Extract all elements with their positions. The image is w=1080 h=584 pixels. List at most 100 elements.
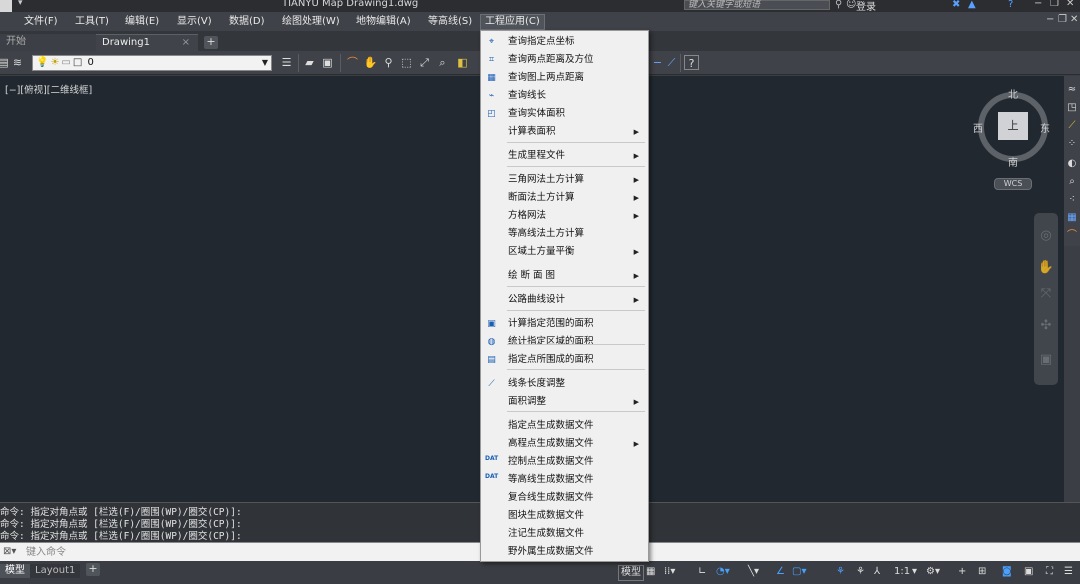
tool-icon-9[interactable]: ⌒ [1066, 230, 1078, 242]
menu-item-8[interactable]: 断面法土方计算 ▶ [481, 189, 648, 207]
quick-properties-icon[interactable]: ◙ [1002, 565, 1012, 579]
annotation-scale-dropdown[interactable]: 1:1 [894, 565, 910, 579]
compass-east[interactable]: 东 [1040, 120, 1050, 135]
menu-item-17[interactable]: ⟋ 线条长度调整 [481, 375, 648, 393]
doc-restore-button[interactable]: ❐ [1058, 14, 1067, 25]
annotation-icon[interactable]: ⅄ [874, 565, 880, 579]
menu-edit[interactable]: 编辑(E) [121, 14, 163, 30]
search-icon[interactable]: ⚲ [835, 0, 842, 10]
menu-feature-edit[interactable]: 地物编辑(A) [352, 14, 415, 30]
measure-icon[interactable]: − [650, 55, 665, 70]
pan-icon[interactable]: ✋ [363, 55, 378, 70]
close-tab-icon[interactable]: × [182, 35, 190, 51]
zoom-window-icon[interactable]: ⬚ [399, 55, 414, 70]
menu-item-11[interactable]: 区域土方量平衡 ▶ [481, 243, 648, 261]
match-layer-icon[interactable]: ☰ [279, 55, 294, 70]
menu-item-7[interactable]: 三角网法土方计算 ▶ [481, 171, 648, 189]
tool-icon-6[interactable]: ⌕ [1066, 176, 1078, 188]
keyword-search-input[interactable]: 键入关键字或短语 [684, 0, 830, 10]
quick-access-dropdown-icon[interactable]: ▾ [18, 0, 23, 8]
tool-icon-7[interactable]: ⁖ [1066, 194, 1078, 206]
model-space-button[interactable]: 模型 [618, 565, 644, 581]
menu-drawing-processing[interactable]: 绘图处理(W) [278, 14, 344, 30]
menu-item-6[interactable]: 生成里程文件 ▶ [481, 147, 648, 165]
view-cube-top-face[interactable]: 上 [998, 112, 1028, 140]
isodraft-icon[interactable]: ╲▾ [748, 565, 759, 579]
menu-data[interactable]: 数据(D) [225, 14, 269, 30]
zoom-extents-icon[interactable]: ⤧ [1037, 285, 1055, 303]
command-customize-icon[interactable]: ⊠▾ [3, 546, 16, 557]
restore-button[interactable]: ❐ [1050, 0, 1059, 9]
menu-item-22[interactable]: DAT 等高线生成数据文件 [481, 471, 648, 489]
new-tab-button[interactable]: + [204, 36, 218, 49]
model-tab[interactable]: 模型 [0, 564, 30, 578]
fullscreen-icon[interactable]: ⛶ [1046, 565, 1053, 579]
layout1-tab[interactable]: Layout1 [30, 564, 80, 578]
menu-item-20[interactable]: 高程点生成数据文件 ▶ [481, 435, 648, 453]
menu-file[interactable]: 文件(F) [20, 14, 62, 30]
scale-chevron-down-icon[interactable]: ▾ [912, 565, 917, 579]
menu-item-10[interactable]: 等高线法土方计算 [481, 225, 648, 243]
orbit-icon[interactable]: ✣ [1037, 317, 1055, 335]
menu-tools[interactable]: 工具(T) [71, 14, 113, 30]
menu-item-4[interactable]: ◰ 查询实体面积 [481, 105, 648, 123]
menu-item-19[interactable]: 指定点生成数据文件 [481, 417, 648, 435]
save-icon[interactable]: ▣ [320, 55, 335, 70]
application-menu-button[interactable] [0, 0, 12, 12]
snap-icon[interactable]: ⁞⁞▾ [664, 565, 675, 579]
showmotion-icon[interactable]: ▣ [1037, 351, 1055, 369]
menu-contour[interactable]: 等高线(S) [424, 14, 476, 30]
menu-item-13[interactable]: 公路曲线设计 ▶ [481, 291, 648, 309]
zoom-extents-icon[interactable]: ⤢ [417, 55, 432, 70]
menu-item-18[interactable]: 面积调整 ▶ [481, 393, 648, 411]
close-button[interactable]: ✕ [1066, 0, 1074, 9]
menu-item-14[interactable]: ▣ 计算指定范围的面积 [481, 315, 648, 333]
help-icon[interactable]: ? [684, 55, 699, 70]
menu-item-2[interactable]: ▦ 查询图上两点距离 [481, 69, 648, 87]
erase-icon[interactable]: ⌒ [345, 55, 360, 70]
menu-item-25[interactable]: 注记生成数据文件 [481, 525, 648, 543]
doc-close-button[interactable]: ✕ [1070, 14, 1078, 25]
tool-icon-2[interactable]: ◳ [1066, 102, 1078, 114]
annotation-visibility-icon[interactable]: ⚘ [836, 565, 845, 579]
menu-item-21[interactable]: DAT 控制点生成数据文件 [481, 453, 648, 471]
tab-start[interactable]: 开始 [0, 34, 96, 51]
grid-icon[interactable]: ▦ [646, 565, 655, 579]
tool-icon-8[interactable]: ▦ [1066, 212, 1078, 224]
help-icon[interactable]: ? [1008, 0, 1013, 10]
view-cube[interactable]: 上 北 南 东 西 [973, 88, 1050, 169]
zoom-realtime-icon[interactable]: ⚲ [381, 55, 396, 70]
menu-item-1[interactable]: ⌗ 查询两点距离及方位 [481, 51, 648, 69]
ortho-icon[interactable]: ∟ [698, 565, 706, 579]
properties-icon[interactable]: ◧ [455, 55, 470, 70]
layer-dropdown[interactable]: 💡 ☀ ▭ □ 0 ▼ [32, 55, 272, 71]
menu-item-23[interactable]: 复合线生成数据文件 [481, 489, 648, 507]
menu-item-0[interactable]: ⌖ 查询指定点坐标 [481, 33, 648, 51]
steering-wheel-icon[interactable]: ◎ [1037, 227, 1055, 245]
compass-west[interactable]: 西 [973, 120, 983, 135]
menu-item-3[interactable]: ⌁ 查询线长 [481, 87, 648, 105]
doc-minimize-button[interactable]: − [1046, 14, 1054, 25]
tool-icon-5[interactable]: ◐ [1066, 158, 1078, 170]
menu-item-16[interactable]: ▤ 指定点所围成的面积 [481, 351, 648, 369]
exchange-icon[interactable]: ✖ [952, 0, 960, 10]
dimension-icon[interactable]: ⟋ [664, 55, 679, 70]
menu-item-12[interactable]: 绘 断 面 图 ▶ [481, 267, 648, 285]
tool-icon-1[interactable]: ≈ [1066, 84, 1078, 96]
menu-item-15[interactable]: ◍ 统计指定区域的面积 [481, 333, 648, 351]
pan-icon[interactable]: ✋ [1037, 259, 1055, 277]
zoom-previous-icon[interactable]: ⌕ [435, 55, 450, 70]
isolate-objects-icon[interactable]: ▣ [1024, 565, 1033, 579]
tool-icon-4[interactable]: ⁘ [1066, 138, 1078, 150]
add-layout-button[interactable]: + [86, 563, 100, 576]
object-snap-icon[interactable]: ▢▾ [792, 565, 806, 579]
annotation-monitor-icon[interactable]: + [958, 565, 966, 579]
viewport-controls-label[interactable]: [−][俯视][二维线框] [5, 82, 92, 96]
menu-view[interactable]: 显示(V) [173, 14, 216, 30]
menu-item-9[interactable]: 方格网法 ▶ [481, 207, 648, 225]
wcs-menu[interactable]: WCS [994, 178, 1032, 190]
tool-icon-3[interactable]: ⟋ [1066, 120, 1078, 132]
a360-icon[interactable]: ▲ [968, 0, 976, 10]
tab-drawing1[interactable]: Drawing1 × [96, 34, 198, 51]
minimize-button[interactable]: − [1034, 0, 1042, 9]
